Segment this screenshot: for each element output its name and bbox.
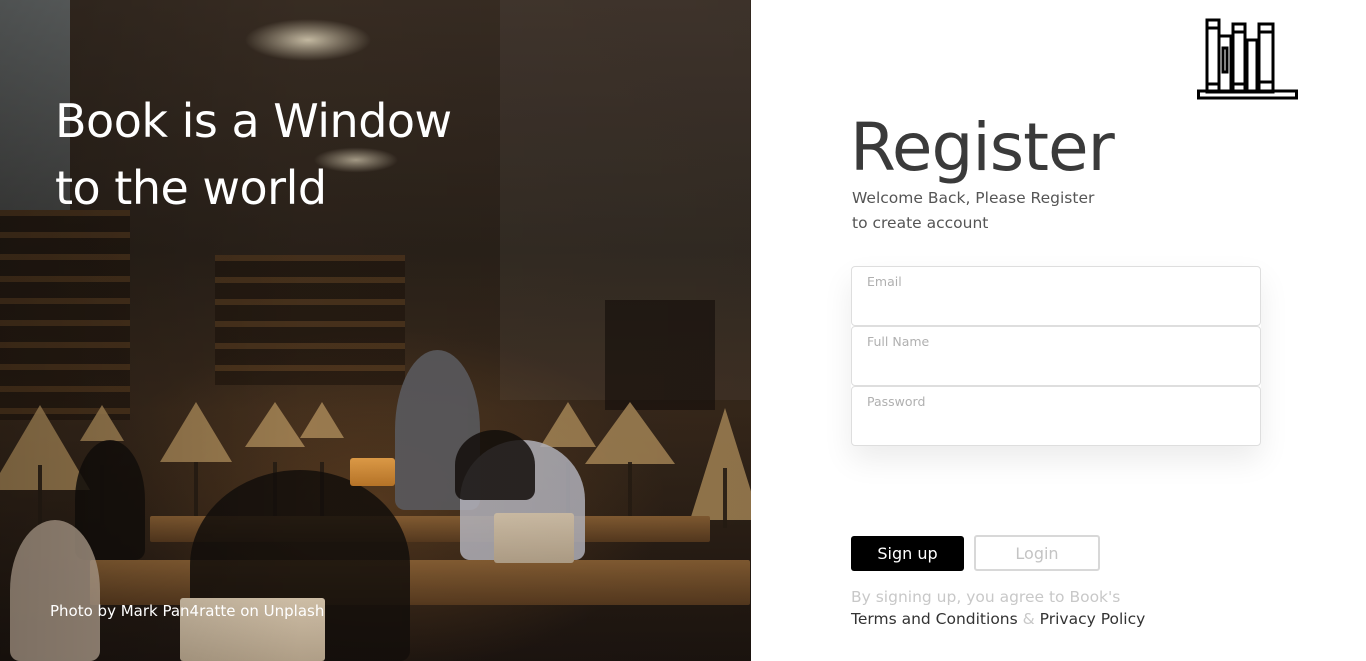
register-title: Register	[850, 109, 1115, 186]
terms-notice: By signing up, you agree to Book's Terms…	[851, 586, 1191, 630]
password-label: Password	[867, 394, 926, 409]
full-name-input[interactable]	[866, 355, 1246, 379]
hero-title-line-2: to the world	[55, 161, 327, 215]
full-name-field[interactable]: Full Name	[851, 326, 1261, 386]
subtitle-line-1: Welcome Back, Please Register	[852, 189, 1095, 207]
email-input[interactable]	[866, 295, 1246, 319]
register-form: Email Full Name Password	[851, 266, 1261, 446]
bookshelf-icon	[1197, 18, 1298, 100]
password-input[interactable]	[866, 415, 1246, 439]
email-field[interactable]: Email	[851, 266, 1261, 326]
terms-link[interactable]: Terms and Conditions	[851, 610, 1018, 628]
privacy-link[interactable]: Privacy Policy	[1040, 610, 1146, 628]
terms-separator: &	[1022, 610, 1035, 628]
hero-title: Book is a Window to the world	[55, 88, 495, 222]
login-button[interactable]: Login	[974, 535, 1100, 571]
terms-prefix: By signing up, you agree to Book's	[851, 588, 1121, 606]
email-label: Email	[867, 274, 902, 289]
hero-image-panel: Book is a Window to the world Photo by M…	[0, 0, 751, 661]
password-field[interactable]: Password	[851, 386, 1261, 446]
photo-credit: Photo by Mark Pan4ratte on Unplash	[50, 602, 325, 620]
full-name-label: Full Name	[867, 334, 930, 349]
hero-title-line-1: Book is a Window	[55, 94, 452, 148]
terms-links: Terms and Conditions & Privacy Policy	[851, 608, 1191, 630]
subtitle-line-2: to create account	[852, 214, 989, 232]
register-subtitle: Welcome Back, Please Register to create …	[852, 186, 1112, 236]
signup-button[interactable]: Sign up	[851, 536, 964, 571]
